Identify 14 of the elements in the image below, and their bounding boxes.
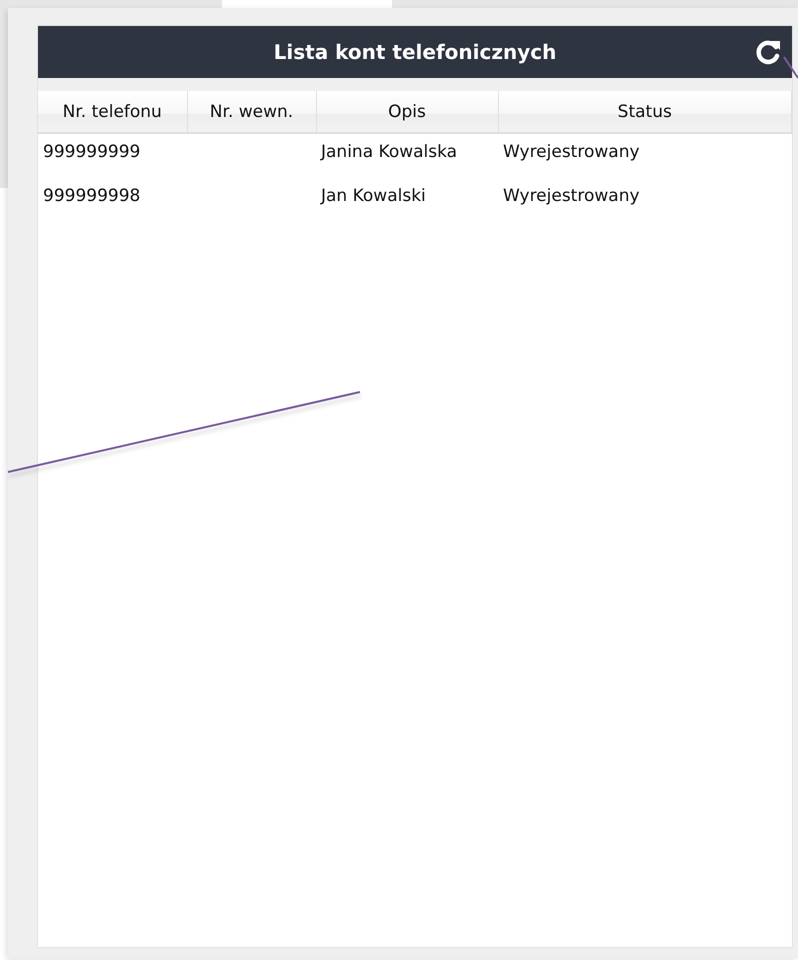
- panel-title: Lista kont telefonicznych: [274, 40, 556, 64]
- leader-line: [783, 56, 798, 79]
- column-header[interactable]: Nr. telefonu: [38, 91, 187, 133]
- table-cell: Janina Kowalska: [321, 142, 458, 162]
- table-cell: Wyrejestrowany: [503, 186, 640, 206]
- refresh-icon: [754, 38, 782, 66]
- column-header[interactable]: Nr. wewn.: [187, 91, 316, 133]
- table-cell: 999999999: [43, 142, 140, 162]
- table-cell: 999999998: [43, 186, 140, 206]
- refresh-button[interactable]: [754, 38, 782, 66]
- column-header[interactable]: Status: [498, 91, 792, 133]
- table-cell: Wyrejestrowany: [503, 142, 640, 162]
- table-cell: Jan Kowalski: [321, 186, 426, 206]
- column-header[interactable]: Opis: [316, 91, 498, 133]
